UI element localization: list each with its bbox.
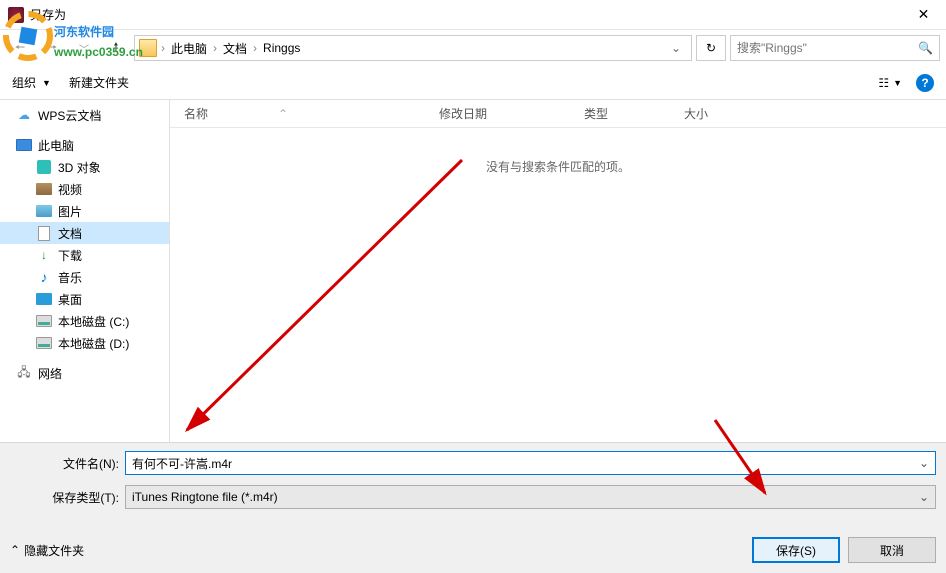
titlebar: 另存为 ✕ — [0, 0, 946, 30]
recent-dropdown[interactable]: ﹀ — [70, 35, 98, 61]
desktop-icon — [36, 291, 52, 307]
breadcrumb[interactable]: › 此电脑 › 文档 › Ringgs ⌄ — [134, 35, 692, 61]
breadcrumb-seg-pc[interactable]: 此电脑 — [167, 40, 211, 57]
sidebar-item-disk-d[interactable]: 本地磁盘 (D:) — [0, 332, 169, 354]
refresh-button[interactable]: ↻ — [696, 35, 726, 61]
sidebar-item-thispc[interactable]: 此电脑 — [0, 134, 169, 156]
address-toolbar: 🠔 🠖 ﹀ 🠕 › 此电脑 › 文档 › Ringgs ⌄ ↻ 🔍 — [0, 30, 946, 66]
forward-button: 🠖 — [38, 35, 66, 61]
filetype-dropdown[interactable]: ⌄ — [913, 490, 929, 504]
back-button[interactable]: 🠔 — [6, 35, 34, 61]
close-button[interactable]: ✕ — [901, 0, 946, 30]
filename-dropdown[interactable]: ⌄ — [913, 456, 929, 470]
breadcrumb-seg-current[interactable]: Ringgs — [259, 41, 304, 55]
search-input[interactable] — [737, 41, 918, 55]
sidebar-item-desktop[interactable]: 桌面 — [0, 288, 169, 310]
sidebar-item-disk-c[interactable]: 本地磁盘 (C:) — [0, 310, 169, 332]
cloud-icon: ☁ — [16, 107, 32, 123]
breadcrumb-dropdown[interactable]: ⌄ — [665, 41, 687, 55]
action-row: ⌃ 隐藏文件夹 保存(S) 取消 — [10, 519, 936, 563]
sort-indicator-icon: ⌃ — [278, 107, 288, 121]
folder-icon — [139, 39, 157, 57]
document-icon — [36, 225, 52, 241]
column-type[interactable]: 类型 — [570, 105, 670, 122]
view-icon: ☷ — [878, 76, 889, 90]
chevron-right-icon[interactable]: › — [251, 41, 259, 55]
pc-icon — [16, 137, 32, 153]
hide-folders-button[interactable]: ⌃ 隐藏文件夹 — [10, 542, 84, 559]
sidebar: ☁ WPS云文档 此电脑 3D 对象 视频 图片 文档 ↓ 下载 ♪ — [0, 100, 170, 442]
breadcrumb-seg-doc[interactable]: 文档 — [219, 40, 251, 57]
sidebar-item-network[interactable]: 🖧 网络 — [0, 362, 169, 384]
bottom-panel: 文件名(N): ⌄ 保存类型(T): iTunes Ringtone file … — [0, 442, 946, 573]
chevron-down-icon: ▼ — [42, 78, 51, 88]
chevron-up-icon: ⌃ — [10, 543, 20, 557]
search-icon[interactable]: 🔍 — [918, 41, 933, 55]
chevron-down-icon: ▼ — [893, 78, 902, 88]
sidebar-item-pictures[interactable]: 图片 — [0, 200, 169, 222]
cube-icon — [36, 159, 52, 175]
up-button[interactable]: 🠕 — [102, 35, 130, 61]
column-size[interactable]: 大小 — [670, 105, 722, 122]
chevron-right-icon[interactable]: › — [159, 41, 167, 55]
disk-icon — [36, 335, 52, 351]
search-box[interactable]: 🔍 — [730, 35, 940, 61]
filetype-label: 保存类型(T): — [10, 489, 125, 506]
filetype-combo[interactable]: iTunes Ringtone file (*.m4r) ⌄ — [125, 485, 936, 509]
sidebar-item-3dobjects[interactable]: 3D 对象 — [0, 156, 169, 178]
view-options-button[interactable]: ☷ ▼ — [878, 76, 902, 90]
chevron-right-icon[interactable]: › — [211, 41, 219, 55]
filetype-row: 保存类型(T): iTunes Ringtone file (*.m4r) ⌄ — [10, 485, 936, 509]
music-icon: ♪ — [36, 269, 52, 285]
help-button[interactable]: ? — [916, 74, 934, 92]
network-icon: 🖧 — [16, 365, 32, 381]
sidebar-item-videos[interactable]: 视频 — [0, 178, 169, 200]
video-icon — [36, 181, 52, 197]
column-headers: 名称 ⌃ 修改日期 类型 大小 — [170, 100, 946, 128]
column-name[interactable]: 名称 ⌃ — [170, 105, 425, 122]
column-date[interactable]: 修改日期 — [425, 105, 570, 122]
sidebar-item-documents[interactable]: 文档 — [0, 222, 169, 244]
filename-input[interactable] — [132, 456, 913, 470]
file-list-panel: 名称 ⌃ 修改日期 类型 大小 没有与搜索条件匹配的项。 — [170, 100, 946, 442]
filename-combo[interactable]: ⌄ — [125, 451, 936, 475]
filename-label: 文件名(N): — [10, 455, 125, 472]
disk-icon — [36, 313, 52, 329]
cancel-button[interactable]: 取消 — [848, 537, 936, 563]
window-title: 另存为 — [30, 6, 901, 23]
organize-button[interactable]: 组织 ▼ — [12, 74, 51, 91]
download-icon: ↓ — [36, 247, 52, 263]
body-area: ☁ WPS云文档 此电脑 3D 对象 视频 图片 文档 ↓ 下载 ♪ — [0, 100, 946, 442]
new-folder-button[interactable]: 新建文件夹 — [69, 74, 129, 91]
empty-message: 没有与搜索条件匹配的项。 — [170, 128, 946, 175]
app-icon — [8, 7, 24, 23]
sidebar-item-downloads[interactable]: ↓ 下载 — [0, 244, 169, 266]
picture-icon — [36, 203, 52, 219]
filetype-value: iTunes Ringtone file (*.m4r) — [132, 490, 913, 504]
organize-toolbar: 组织 ▼ 新建文件夹 ☷ ▼ ? — [0, 66, 946, 100]
sidebar-item-music[interactable]: ♪ 音乐 — [0, 266, 169, 288]
sidebar-item-wpscloud[interactable]: ☁ WPS云文档 — [0, 104, 169, 126]
save-button[interactable]: 保存(S) — [752, 537, 840, 563]
filename-row: 文件名(N): ⌄ — [10, 451, 936, 475]
